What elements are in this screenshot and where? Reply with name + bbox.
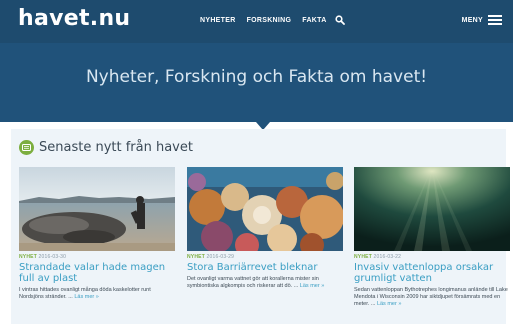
card-category: NYHET bbox=[19, 254, 37, 260]
news-card[interactable]: NYHET 2016-03-30 Strandade valar hade ma… bbox=[19, 167, 175, 301]
nav-item-nyheter[interactable]: NYHETER bbox=[200, 17, 236, 24]
card-date: 2016-03-29 bbox=[206, 254, 235, 260]
read-more-link[interactable]: Läs mer » bbox=[74, 294, 98, 300]
read-more-link[interactable]: Läs mer » bbox=[300, 283, 324, 289]
card-category: NYHET bbox=[187, 254, 205, 260]
card-meta: NYHET 2016-03-22 bbox=[354, 254, 510, 260]
page: havet.nu NYHETER FORSKNING FAKTA MENY Ny… bbox=[0, 0, 513, 324]
card-title[interactable]: Strandade valar hade magen full av plast bbox=[19, 262, 175, 284]
card-meta: NYHET 2016-03-30 bbox=[19, 254, 175, 260]
menu-button[interactable]: MENY bbox=[462, 15, 502, 25]
card-meta: NYHET 2016-03-29 bbox=[187, 254, 343, 260]
search-icon[interactable] bbox=[335, 15, 345, 25]
card-title[interactable]: Stora Barriärrevet bleknar bbox=[187, 262, 343, 273]
menu-label: MENY bbox=[461, 16, 483, 24]
hero-banner: Nyheter, Forskning och Fakta om havet! bbox=[0, 43, 513, 122]
read-more-link[interactable]: Läs mer » bbox=[377, 301, 401, 307]
card-excerpt: Sedan vattenloppan Bythotrephes longiman… bbox=[354, 287, 510, 308]
hamburger-icon bbox=[488, 15, 502, 25]
card-excerpt: Det ovanligt varma vattnet gör att koral… bbox=[187, 276, 343, 290]
section-title: Senaste nytt från havet bbox=[39, 140, 193, 155]
murky-water-photo[interactable] bbox=[354, 167, 510, 251]
newspaper-icon bbox=[19, 140, 34, 155]
coral-reef-photo[interactable] bbox=[187, 167, 343, 251]
whale-photo[interactable] bbox=[19, 167, 175, 251]
site-logo[interactable]: havet.nu bbox=[18, 6, 130, 31]
card-title[interactable]: Invasiv vattenloppa orsakar grumligt vat… bbox=[354, 262, 510, 284]
nav-item-fakta[interactable]: FAKTA bbox=[302, 17, 326, 24]
card-category: NYHET bbox=[354, 254, 372, 260]
card-date: 2016-03-22 bbox=[373, 254, 402, 260]
main-nav: NYHETER FORSKNING FAKTA bbox=[200, 17, 327, 24]
news-card[interactable]: NYHET 2016-03-22 Invasiv vattenloppa ors… bbox=[354, 167, 510, 308]
card-date: 2016-03-30 bbox=[38, 254, 67, 260]
site-header: havet.nu NYHETER FORSKNING FAKTA MENY bbox=[0, 0, 513, 43]
card-excerpt: I vintras hittades ovanligt många döda k… bbox=[19, 287, 175, 301]
news-card[interactable]: NYHET 2016-03-29 Stora Barriärrevet blek… bbox=[187, 167, 343, 290]
hero-title: Nyheter, Forskning och Fakta om havet! bbox=[85, 67, 428, 87]
section-header: Senaste nytt från havet bbox=[19, 140, 193, 155]
news-section: Senaste nytt från havet NYHET 2016-03-30… bbox=[11, 129, 510, 324]
nav-item-forskning[interactable]: FORSKNING bbox=[247, 17, 292, 24]
